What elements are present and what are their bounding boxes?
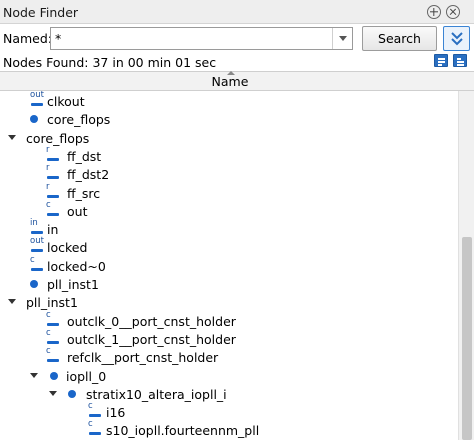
tree-row[interactable]: stratix10_altera_iopll_i xyxy=(0,385,458,403)
tree-row-label: ff_dst xyxy=(67,148,102,164)
double-chevron-down-icon[interactable] xyxy=(443,26,470,51)
port-type-tag: r xyxy=(46,144,50,155)
port-icon: c xyxy=(46,199,68,219)
port-icon: r xyxy=(46,164,68,182)
expand-arrow-icon[interactable] xyxy=(30,372,38,378)
tree-row[interactable]: r ff_src xyxy=(0,181,458,202)
port-icon: c xyxy=(46,309,68,329)
port-type-tag: out xyxy=(30,236,44,247)
port-bar xyxy=(47,212,59,216)
tree-row-label: core_flops xyxy=(47,112,111,128)
close-icon[interactable] xyxy=(446,5,460,19)
named-value: * xyxy=(55,31,62,46)
tree-row[interactable]: c outclk_0__port_cnst_holder xyxy=(0,309,458,330)
tree-row[interactable]: in in xyxy=(0,218,458,238)
tree-row-label: in xyxy=(47,222,59,238)
node-icon xyxy=(68,389,76,398)
port-type-tag: c xyxy=(88,419,93,430)
port-bar xyxy=(47,157,59,161)
named-field[interactable]: * xyxy=(50,27,353,50)
tree-row[interactable]: pll_inst1 xyxy=(0,293,458,311)
port-type-tag: r xyxy=(46,163,50,174)
tree-row-label: locked xyxy=(47,240,88,256)
tree-row[interactable]: iopll_0 xyxy=(0,367,458,385)
port-bar xyxy=(89,432,101,436)
expand-all-icon[interactable] xyxy=(434,54,448,67)
chevron-down-icon[interactable] xyxy=(332,28,352,49)
port-icon: c xyxy=(46,347,68,365)
tree-row[interactable]: c refclk__port_cnst_holder xyxy=(0,347,458,366)
tree-row[interactable]: out locked xyxy=(0,236,458,256)
tree-row-label: out xyxy=(67,203,88,219)
tree-row-label: pll_inst1 xyxy=(26,295,78,311)
tree-row-label: locked~0 xyxy=(47,258,106,274)
port-icon: r xyxy=(46,144,68,164)
port-type-tag: c xyxy=(46,346,51,357)
port-bar xyxy=(31,249,43,253)
port-bar xyxy=(47,340,59,344)
tree-row[interactable]: c i16 xyxy=(0,401,458,421)
tree-row[interactable]: c out xyxy=(0,199,458,220)
port-type-tag: in xyxy=(30,218,38,229)
expand-arrow-icon[interactable] xyxy=(49,390,57,396)
scrollbar-thumb[interactable] xyxy=(462,237,472,440)
tree-row[interactable]: c locked~0 xyxy=(0,254,458,275)
tree-row-label: clkout xyxy=(47,94,85,109)
tree-row-label: core_flops xyxy=(26,130,90,146)
tree-row[interactable]: out clkout xyxy=(0,91,458,110)
named-label: Named: xyxy=(3,31,53,46)
tree-row[interactable]: core_flops xyxy=(0,129,458,147)
add-icon[interactable] xyxy=(427,5,441,19)
tree-row[interactable]: r ff_dst2 xyxy=(0,164,458,183)
port-type-tag: out xyxy=(30,91,44,100)
node-icon xyxy=(30,115,38,124)
port-bar xyxy=(47,322,59,326)
port-bar xyxy=(31,231,43,235)
node-icon xyxy=(50,371,58,380)
search-button[interactable]: Search xyxy=(362,26,437,51)
tree-row-label: outclk_0__port_cnst_holder xyxy=(67,313,236,329)
tree-row-label: outclk_1__port_cnst_holder xyxy=(67,331,236,347)
port-type-tag: c xyxy=(46,309,51,320)
port-bar xyxy=(31,103,43,106)
tree-row[interactable]: c outclk_1__port_cnst_holder xyxy=(0,327,458,348)
port-bar xyxy=(47,194,59,198)
port-bar xyxy=(47,359,59,363)
port-bar xyxy=(89,414,101,418)
port-type-tag: r xyxy=(46,181,50,192)
nodes-found-status: Nodes Found: 37 in 00 min 01 sec xyxy=(3,55,217,70)
port-icon: c xyxy=(46,327,68,347)
port-bar xyxy=(31,267,43,271)
tree-row-label: ff_dst2 xyxy=(67,167,110,183)
tree-row-label: i16 xyxy=(106,405,126,421)
tree-row-label: stratix10_altera_iopll_i xyxy=(86,386,227,402)
port-type-tag: c xyxy=(30,254,35,265)
tree-row[interactable]: core_flops xyxy=(0,110,458,128)
collapse-all-icon[interactable] xyxy=(453,54,467,67)
node-tree[interactable]: out clkout core_flops core_flops r ff_dst r ff_… xyxy=(0,91,458,440)
port-type-tag: c xyxy=(46,199,51,210)
column-name-header: Name xyxy=(211,74,249,89)
tree-row-label: iopll_0 xyxy=(66,368,107,384)
port-type-tag: c xyxy=(88,401,93,412)
title-bar: Node Finder xyxy=(0,0,474,24)
node-icon xyxy=(30,280,38,288)
vertical-scrollbar[interactable] xyxy=(458,91,474,440)
tree-row-label: s10_iopll.fourteennm_pll xyxy=(106,423,260,439)
tree-row-label: ff_src xyxy=(67,185,101,201)
tree-row-label: refclk__port_cnst_holder xyxy=(67,350,219,366)
port-icon: r xyxy=(46,181,68,201)
window-title: Node Finder xyxy=(3,5,79,20)
expand-arrow-icon[interactable] xyxy=(8,134,16,140)
tree-row[interactable]: pll_inst1 xyxy=(0,275,458,293)
tree-row[interactable]: c s10_iopll.fourteennm_pll xyxy=(0,419,458,439)
port-bar xyxy=(47,176,59,180)
port-type-tag: c xyxy=(46,327,51,338)
expand-arrow-icon[interactable] xyxy=(8,299,16,305)
tree-row[interactable]: r ff_dst xyxy=(0,144,458,165)
tree-row-label: pll_inst1 xyxy=(47,277,99,292)
table-header[interactable]: Name xyxy=(0,71,474,91)
